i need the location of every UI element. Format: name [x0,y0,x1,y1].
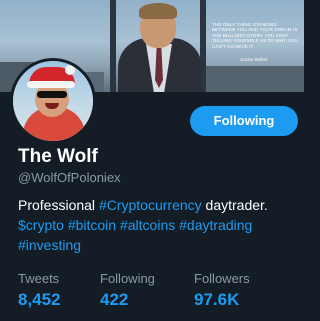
stat-value: 8,452 [18,290,61,309]
stat-tweets[interactable]: Tweets 8,452 [18,271,61,310]
following-button[interactable]: Following [190,106,298,136]
hashtag-link[interactable]: #daytrading [179,217,252,233]
hashtag-link[interactable]: #investing [18,237,81,253]
santa-hat-pompom [65,65,75,75]
hashtag-link[interactable]: #altcoins [120,217,175,233]
stat-label: Tweets [18,271,60,286]
banner-quote: The only thing standing between you and … [212,22,298,49]
hashtag-link[interactable]: #Cryptocurrency [99,197,202,213]
bio-text: daytrader. [201,197,268,213]
stat-label: Followers [194,271,250,286]
avatar-sunglasses [37,91,67,98]
stat-following[interactable]: Following 422 [100,271,155,310]
stat-label: Following [100,271,155,286]
avatar[interactable] [10,58,96,144]
banner-building [206,66,304,92]
profile-card: The only thing standing between you and … [0,0,304,321]
banner-quote-author: Jordan Belfort [240,57,268,62]
hashtag-link[interactable]: #bitcoin [68,217,116,233]
santa-hat-trim [27,81,75,88]
profile-bio: Professional #Cryptocurrency daytrader. … [18,195,300,255]
profile-handle: @WolfOfPoloniex [18,170,121,185]
stat-value: 97.6K [194,290,240,309]
banner-person-hair [139,3,177,19]
banner-window-frame [110,0,116,92]
profile-name: The Wolf [18,146,98,167]
stat-followers[interactable]: Followers 97.6K [194,271,250,310]
bio-text: Professional [18,197,99,213]
cashtag-link[interactable]: $crypto [18,217,64,233]
stat-value: 422 [100,290,129,309]
